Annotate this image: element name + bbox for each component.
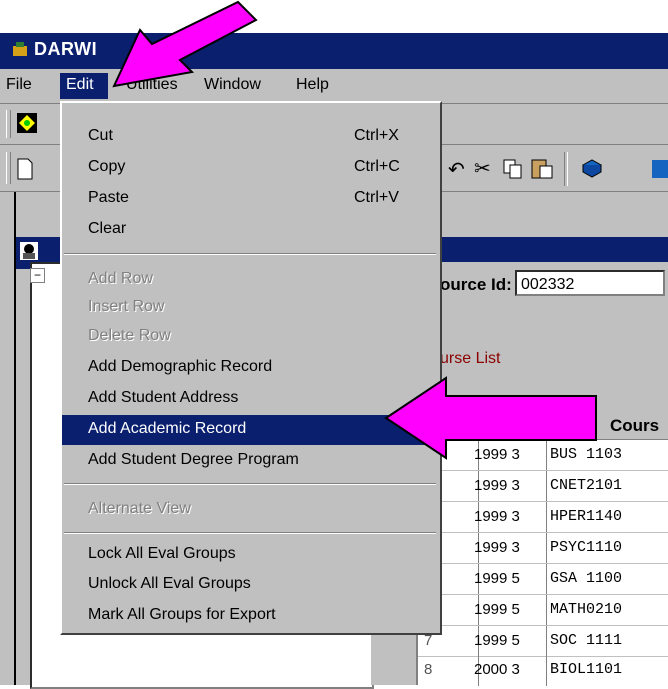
toolbar-grip[interactable] bbox=[6, 152, 11, 184]
shortcut-paste: Ctrl+V bbox=[354, 189, 399, 206]
menu-item-unlock-all-eval-groups[interactable]: Unlock All Eval Groups bbox=[62, 570, 438, 600]
menu-item-cut[interactable]: Cut Ctrl+X bbox=[62, 122, 438, 152]
table-row[interactable]: 61999 5MATH0210 bbox=[418, 595, 668, 626]
menu-help[interactable]: Help bbox=[296, 76, 329, 94]
source-id-field[interactable]: 002332 bbox=[515, 270, 665, 296]
toolbar-next-icon[interactable] bbox=[652, 160, 668, 178]
course-cell: SOC 1111 bbox=[550, 632, 623, 649]
source-id-label: ource Id: bbox=[440, 275, 512, 294]
menu-item-clear[interactable]: Clear bbox=[62, 215, 438, 245]
app-title: DARWI bbox=[34, 39, 98, 59]
term-cell: 1999 5 bbox=[474, 632, 520, 649]
callout-arrow-icon bbox=[382, 374, 602, 462]
copy-icon[interactable] bbox=[502, 158, 524, 180]
menu-item-delete-row: Delete Row bbox=[88, 327, 171, 344]
table-row[interactable]: 31999 3HPER1140 bbox=[418, 502, 668, 533]
book-icon[interactable] bbox=[580, 157, 604, 181]
course-cell: CNET2101 bbox=[550, 477, 623, 494]
app-icon bbox=[10, 40, 30, 60]
undo-icon[interactable]: ↶ bbox=[448, 157, 465, 182]
mdi-border bbox=[0, 192, 16, 685]
new-document-icon[interactable] bbox=[16, 158, 34, 180]
term-cell: 2000 3 bbox=[474, 661, 520, 678]
term-cell: 1999 3 bbox=[474, 508, 520, 525]
tree-collapse-icon[interactable]: − bbox=[30, 268, 45, 283]
table-row[interactable]: 51999 5GSA 1100 bbox=[418, 564, 668, 595]
table-row[interactable]: 21999 3CNET2101 bbox=[418, 471, 668, 502]
row-number: 8 bbox=[424, 661, 440, 678]
table-row[interactable]: 41999 3PSYC1110 bbox=[418, 533, 668, 564]
term-cell: 1999 5 bbox=[474, 570, 520, 587]
menu-separator bbox=[64, 483, 436, 485]
table-row[interactable]: 8 2000 3 BIOL1101 bbox=[418, 655, 668, 686]
table-row[interactable]: 7 1999 5 SOC 1111 bbox=[418, 626, 668, 657]
color-palette-icon[interactable] bbox=[16, 112, 38, 134]
child-window-icon bbox=[18, 240, 40, 262]
menu-item-alternate-view: Alternate View bbox=[88, 500, 191, 517]
menu-item-add-row: Add Row bbox=[88, 270, 153, 287]
toolbar-separator bbox=[564, 152, 568, 186]
grid-header-course[interactable]: Cours bbox=[610, 416, 659, 436]
menu-separator bbox=[64, 532, 436, 534]
course-list-label: urse List bbox=[440, 350, 501, 367]
menu-item-copy[interactable]: Copy Ctrl+C bbox=[62, 153, 438, 183]
menu-edit[interactable]: Edit bbox=[66, 76, 94, 94]
course-cell: HPER1140 bbox=[550, 508, 623, 525]
menu-file[interactable]: File bbox=[6, 76, 32, 94]
toolbar-grip[interactable] bbox=[6, 110, 11, 138]
menu-item-paste[interactable]: Paste Ctrl+V bbox=[62, 184, 438, 214]
menu-item-lock-all-eval-groups[interactable]: Lock All Eval Groups bbox=[62, 540, 438, 570]
course-cell: MATH0210 bbox=[550, 601, 623, 618]
menu-item-mark-all-groups-for-export[interactable]: Mark All Groups for Export bbox=[62, 601, 438, 631]
scissors-icon[interactable]: ✂ bbox=[474, 156, 491, 181]
course-cell: PSYC1110 bbox=[550, 539, 623, 556]
shortcut-cut: Ctrl+X bbox=[354, 127, 399, 144]
term-cell: 1999 3 bbox=[474, 477, 520, 494]
menu-item-insert-row: Insert Row bbox=[88, 298, 165, 315]
term-cell: 1999 3 bbox=[474, 539, 520, 556]
paste-icon[interactable] bbox=[530, 156, 554, 180]
course-cell: GSA 1100 bbox=[550, 570, 623, 587]
shortcut-copy: Ctrl+C bbox=[354, 158, 400, 175]
course-cell: BIOL1101 bbox=[550, 661, 623, 678]
menu-separator bbox=[64, 253, 436, 255]
callout-arrow-icon bbox=[100, 0, 260, 90]
term-cell: 1999 5 bbox=[474, 601, 520, 618]
